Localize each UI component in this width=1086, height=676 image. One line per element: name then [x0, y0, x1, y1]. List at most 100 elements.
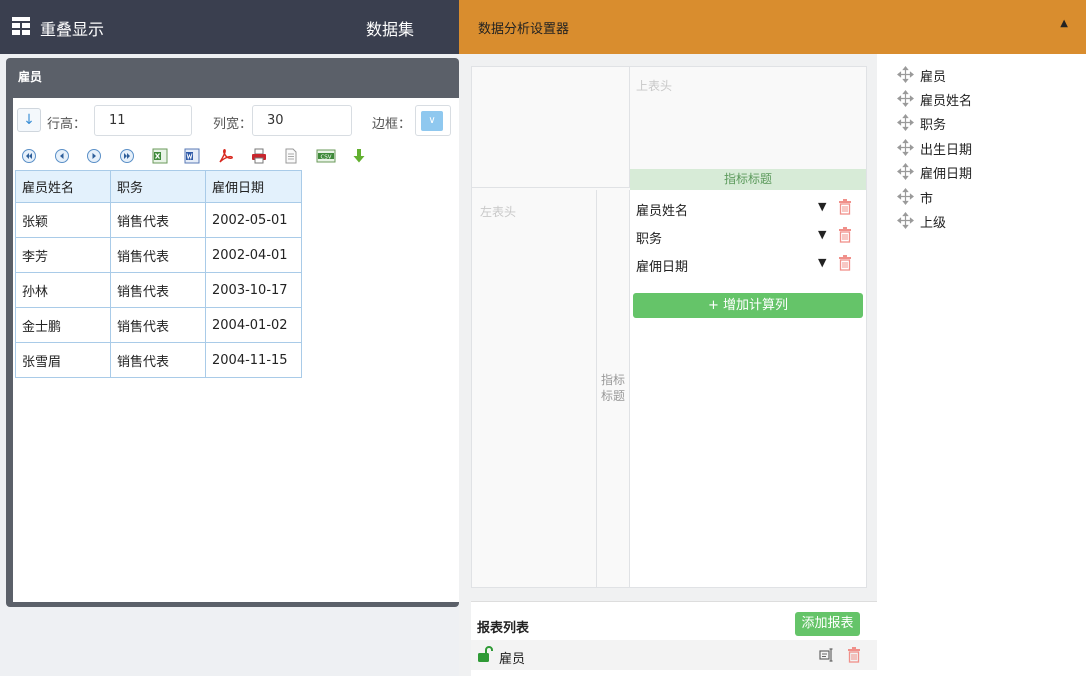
table-row: 李芳 销售代表 2002-04-01: [15, 237, 302, 273]
tree-item-label: 雇佣日期: [920, 167, 973, 182]
trash-icon[interactable]: [838, 255, 852, 271]
field-tree: 雇员 雇员姓名 职务 出生日期 雇佣日期 市 上级: [877, 54, 1086, 676]
designer-area: 上表头 指标标题 左表头 指标 标题 雇员姓名 ▼ 职务 ▼ 雇佣日期 ▼ + …: [459, 54, 878, 676]
vertical-metric-title: 指标 标题: [597, 190, 630, 587]
trash-icon[interactable]: [838, 199, 852, 215]
svg-text:CSV: CSV: [320, 154, 331, 160]
last-page-icon[interactable]: [119, 148, 135, 164]
trash-icon[interactable]: [847, 647, 861, 663]
report-panel: 雇员 ↓ 行高： 11 列宽： 30 边框： ∨ CSV 雇员姓名 职务 雇佣日…: [6, 58, 459, 607]
dropdown-arrow-icon[interactable]: ▼: [818, 200, 826, 213]
metric-field-row: 雇佣日期 ▼: [636, 253, 860, 277]
download-icon[interactable]: [351, 148, 367, 164]
table-row: 孙林 销售代表 2003-10-17: [15, 272, 302, 308]
metric-title-bar: 指标标题: [630, 169, 866, 190]
metric-field-name[interactable]: 雇员姓名: [636, 200, 688, 219]
table-cell: 2004-01-02: [205, 307, 302, 343]
tree-item-label: 市: [920, 192, 934, 207]
table-cell: 2002-05-01: [205, 202, 302, 238]
move-icon: [897, 66, 914, 83]
border-color-picker[interactable]: ∨: [415, 105, 451, 136]
table-cell: 2004-11-15: [205, 342, 302, 378]
table-cell: 李芳: [15, 237, 111, 273]
pdf-icon[interactable]: [218, 148, 234, 164]
dropdown-arrow-icon[interactable]: ▼: [818, 228, 826, 241]
excel-icon[interactable]: [152, 148, 168, 164]
table-cell: 孙林: [15, 272, 111, 308]
move-icon: [897, 90, 914, 107]
add-calculated-column-button[interactable]: + 增加计算列: [633, 293, 863, 318]
metric-field-name[interactable]: 职务: [636, 228, 662, 247]
table-row: 张雪眉 销售代表 2004-11-15: [15, 342, 302, 378]
metric-field-row: 雇员姓名 ▼: [636, 197, 860, 221]
report-table: 雇员姓名 职务 雇佣日期 张颖 销售代表 2002-05-01 李芳 销售代表 …: [15, 170, 302, 378]
unlock-icon[interactable]: [477, 646, 493, 663]
dataset-tab[interactable]: 数据集: [366, 16, 414, 40]
table-cell: 销售代表: [110, 237, 206, 273]
text-icon[interactable]: [283, 148, 299, 164]
export-toolbar: CSV: [21, 148, 451, 168]
csv-icon[interactable]: CSV: [316, 148, 336, 164]
top-header-placeholder: 上表头: [636, 79, 673, 93]
move-icon: [897, 139, 914, 156]
left-header-dropzone[interactable]: 左表头: [472, 190, 597, 587]
col-width-input[interactable]: 30: [252, 105, 352, 136]
table-cell: 2003-10-17: [205, 272, 302, 308]
border-label: 边框：: [372, 117, 412, 132]
sort-down-button[interactable]: ↓: [17, 108, 41, 132]
table-cell: 销售代表: [110, 342, 206, 378]
chevron-down-icon: ∨: [421, 111, 443, 131]
app-header: 重叠显示 数据集: [0, 0, 459, 54]
designer-title: 数据分析设置器: [478, 22, 570, 37]
word-icon[interactable]: [184, 148, 200, 164]
metric-fields-zone: 雇员姓名 ▼ 职务 ▼ 雇佣日期 ▼ + 增加计算列: [630, 190, 866, 587]
move-icon: [897, 212, 914, 229]
table-cell: 2002-04-01: [205, 237, 302, 273]
tree-item-label: 雇员姓名: [920, 94, 973, 109]
tree-item-label: 雇员: [920, 70, 947, 85]
rename-icon[interactable]: [819, 647, 835, 663]
print-icon[interactable]: [251, 148, 267, 164]
add-report-button[interactable]: 添加报表: [795, 612, 860, 636]
report-name[interactable]: 雇员: [499, 648, 525, 667]
collapse-icon[interactable]: ▲: [1060, 18, 1068, 29]
report-list: 报表列表 添加报表 雇员: [471, 601, 878, 676]
table-cell: 销售代表: [110, 202, 206, 238]
dropdown-arrow-icon[interactable]: ▼: [818, 256, 826, 269]
report-list-title: 报表列表: [477, 621, 530, 636]
tree-item-label: 职务: [920, 118, 947, 133]
metric-field-row: 职务 ▼: [636, 225, 860, 249]
pivot-layout-grid: 上表头 指标标题 左表头 指标 标题 雇员姓名 ▼ 职务 ▼ 雇佣日期 ▼ + …: [471, 66, 867, 588]
tree-item-label: 上级: [920, 216, 947, 231]
designer-header: 数据分析设置器 ▲: [459, 0, 1086, 54]
first-page-icon[interactable]: [21, 148, 37, 164]
layout-controls: ↓ 行高： 11 列宽： 30 边框： ∨: [17, 105, 459, 137]
left-header-placeholder: 左表头: [480, 205, 517, 219]
table-header-row: 雇员姓名 职务 雇佣日期: [15, 170, 302, 203]
table-row: 张颖 销售代表 2002-05-01: [15, 202, 302, 238]
prev-page-icon[interactable]: [54, 148, 70, 164]
row-height-input[interactable]: 11: [94, 105, 192, 136]
table-cell: 金士鹏: [15, 307, 111, 343]
overlay-display-icon: [12, 17, 30, 35]
table-cell: 销售代表: [110, 272, 206, 308]
trash-icon[interactable]: [838, 227, 852, 243]
vertical-metric-title-line: 标题: [600, 389, 625, 403]
metric-field-name[interactable]: 雇佣日期: [636, 256, 688, 275]
top-header-dropzone[interactable]: 上表头: [630, 67, 866, 169]
vertical-metric-title-line: 指标: [600, 373, 625, 387]
table-row: 金士鹏 销售代表 2004-01-02: [15, 307, 302, 343]
next-page-icon[interactable]: [86, 148, 102, 164]
report-body: ↓ 行高： 11 列宽： 30 边框： ∨ CSV 雇员姓名 职务 雇佣日期 张…: [13, 98, 459, 602]
move-icon: [897, 188, 914, 205]
tree-item-label: 出生日期: [920, 143, 973, 158]
table-cell: 张颖: [15, 202, 111, 238]
report-list-item[interactable]: 雇员: [471, 640, 877, 670]
column-header: 职务: [110, 170, 206, 203]
move-icon: [897, 114, 914, 131]
column-header: 雇佣日期: [205, 170, 302, 203]
table-cell: 张雪眉: [15, 342, 111, 378]
column-header: 雇员姓名: [15, 170, 111, 203]
app-title[interactable]: 重叠显示: [40, 16, 104, 40]
vertical-metric-title-text: 指标 标题: [598, 372, 628, 404]
